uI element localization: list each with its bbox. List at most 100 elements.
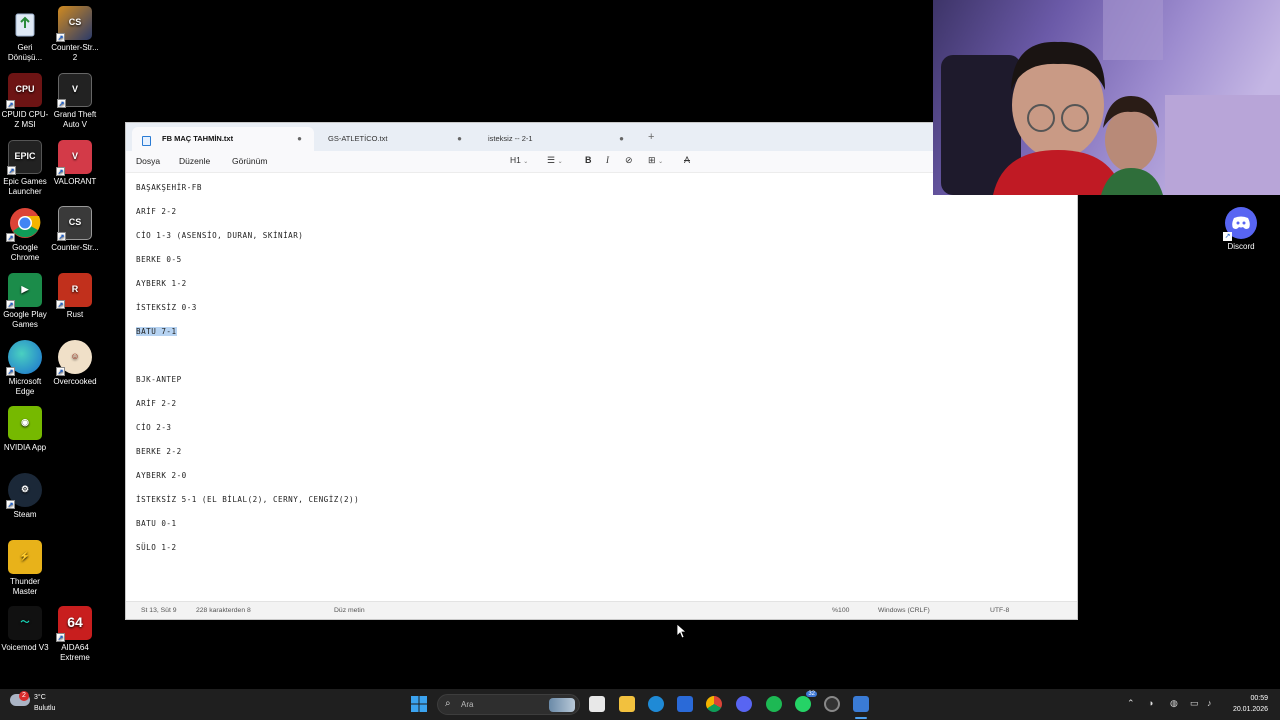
desktop-icon-label: Rust xyxy=(66,310,84,319)
desktop-icon-rust[interactable]: R ↗ Rust xyxy=(50,273,100,320)
desktop-icon-discord[interactable]: ↗ Discord xyxy=(1218,207,1264,251)
line-text: ARİF 2-2 xyxy=(136,207,177,216)
status-line-ending[interactable]: Windows (CRLF) xyxy=(878,607,930,614)
task-view-icon[interactable] xyxy=(589,696,605,712)
line-text: İSTEKSİZ 0-3 xyxy=(136,303,197,312)
obs-icon[interactable] xyxy=(824,696,840,712)
thunder-master-icon: ⚡ xyxy=(8,540,42,574)
active-app-indicator xyxy=(855,717,867,719)
overcooked-icon: ☺ ↗ xyxy=(56,340,92,376)
text-editor[interactable]: BAŞAKŞEHİR-FB ARİF 2-2 CİO 1-3 (ASENSİO, D… xyxy=(126,173,1077,603)
aida64-icon: 64 ↗ xyxy=(56,606,92,642)
search-icon: ⌕ xyxy=(445,698,451,709)
chrome-taskbar-icon[interactable] xyxy=(706,696,722,712)
microphone-icon[interactable]: ◍ xyxy=(1170,698,1178,709)
desktop-icon-recycle-bin[interactable]: Geri Dönüşü... xyxy=(0,6,50,62)
status-bar: St 13, Süt 9 228 karakterden 8 Düz metin… xyxy=(126,601,1077,619)
valorant-icon: V ↗ xyxy=(56,140,92,176)
desktop-icon-edge[interactable]: ↗ Microsoft Edge xyxy=(0,340,50,396)
tab-title: GS-ATLETİCO.txt xyxy=(328,134,388,143)
taskbar-search[interactable]: ⌕ Ara xyxy=(437,694,580,715)
menu-edit[interactable]: Düzenle xyxy=(179,156,210,166)
desktop-icon-csgo[interactable]: CS ↗ Counter-Str... xyxy=(50,206,100,253)
line-text: BAŞAKŞEHİR-FB xyxy=(136,183,202,192)
tab-title: isteksiz -- 2-1 xyxy=(488,134,533,143)
status-zoom[interactable]: %100 xyxy=(832,607,849,614)
menu-file[interactable]: Dosya xyxy=(136,156,160,166)
desktop-icon-label: Google Play Games xyxy=(3,310,47,329)
desktop-icon-label: Discord xyxy=(1227,242,1255,251)
desktop-icon-thunder-master[interactable]: ⚡ Thunder Master xyxy=(0,540,50,596)
unsaved-dot-icon[interactable]: ● xyxy=(297,127,302,151)
clear-formatting-icon[interactable]: A xyxy=(684,155,690,165)
weather-temp: 3°C xyxy=(34,694,46,701)
heading-dropdown[interactable]: H1 ⌄ xyxy=(510,155,528,165)
desktop-icon-overcooked[interactable]: ☺ ↗ Overcooked xyxy=(50,340,100,387)
edge-taskbar-icon[interactable] xyxy=(648,696,664,712)
table-icon: ⊞ xyxy=(648,155,656,165)
discord-taskbar-icon[interactable] xyxy=(736,696,752,712)
network-icon[interactable]: ▭ xyxy=(1190,698,1199,709)
text-line: BAŞAKŞEHİR-FB xyxy=(136,183,202,192)
tab-isteksiz[interactable]: isteksiz -- 2-1 ● xyxy=(476,127,636,151)
tray-overflow-icon[interactable]: ⌃ xyxy=(1127,698,1135,709)
desktop-icon-label: Counter-Str... 2 xyxy=(51,43,99,62)
mouse-cursor-icon xyxy=(677,624,687,639)
menu-view[interactable]: Görünüm xyxy=(232,156,267,166)
bold-button[interactable]: B xyxy=(585,155,592,165)
desktop-icon-gta[interactable]: V ↗ Grand Theft Auto V xyxy=(50,73,100,129)
desktop-icon-chrome[interactable]: ↗ Google Chrome xyxy=(0,206,50,262)
weather-desc: Bulutlu xyxy=(34,705,56,712)
list-dropdown[interactable]: ☰ ⌄ xyxy=(547,155,563,166)
line-text: CİO 2-3 xyxy=(136,423,172,432)
tab-fb-mac-tahmin[interactable]: FB MAÇ TAHMİN.txt ● xyxy=(132,127,314,151)
desktop-icon-nvidia[interactable]: ◉ NVIDIA App xyxy=(0,406,50,453)
start-button[interactable] xyxy=(411,696,427,712)
whatsapp-icon[interactable]: 32 xyxy=(795,691,817,712)
line-text: BATU 0-1 xyxy=(136,519,177,528)
taskbar: 2 3°C Bulutlu ⌕ Ara 32 ⌃ ◑ ◍ ▭ ♪ 00:59 2… xyxy=(0,689,1280,720)
desktop: Geri Dönüşü... CPU ↗ CPUID CPU-Z MSI EPIC… xyxy=(0,0,1280,720)
table-dropdown[interactable]: ⊞ ⌄ xyxy=(648,155,663,166)
file-explorer-icon[interactable] xyxy=(619,696,635,712)
webcam-image xyxy=(933,0,1280,195)
desktop-icon-epic[interactable]: EPIC ↗ Epic Games Launcher xyxy=(0,140,50,196)
recycle-bin-icon xyxy=(8,6,42,40)
desktop-icon-cs2[interactable]: CS ↗ Counter-Str... 2 xyxy=(50,6,100,62)
desktop-icon-voicemod[interactable]: 〜 Voicemod V3 xyxy=(0,606,50,653)
italic-button[interactable]: I xyxy=(606,155,609,165)
clock[interactable]: 00:59 20.01.2026 xyxy=(1222,693,1268,715)
chrome-icon: ↗ xyxy=(6,206,42,242)
desktop-icon-label: AIDA64 Extreme xyxy=(60,643,90,662)
desktop-icon-cpuz[interactable]: CPU ↗ CPUID CPU-Z MSI xyxy=(0,73,50,129)
text-line: CİO 2-3 xyxy=(136,423,172,432)
unsaved-dot-icon[interactable]: ● xyxy=(457,127,462,151)
nvidia-icon: ◉ xyxy=(8,406,42,440)
tray-app-icon[interactable]: ◑ xyxy=(1148,698,1153,708)
ms-store-icon[interactable] xyxy=(677,696,693,712)
list-icon: ☰ xyxy=(547,155,556,165)
tab-gs-atletico[interactable]: GS-ATLETİCO.txt ● xyxy=(316,127,474,151)
volume-icon[interactable]: ♪ xyxy=(1207,698,1212,708)
webcam-overlay xyxy=(933,0,1280,195)
spotify-icon[interactable] xyxy=(766,696,782,712)
status-format[interactable]: Düz metin xyxy=(334,607,365,614)
desktop-icon-label: Geri Dönüşü... xyxy=(7,43,43,62)
desktop-icon-label: Steam xyxy=(13,510,37,519)
line-text: ARİF 2-2 xyxy=(136,399,177,408)
desktop-icon-aida64[interactable]: 64 ↗ AIDA64 Extreme xyxy=(50,606,100,662)
line-text: İSTEKSİZ 5-1 (EL BİLAL(2), CERNY, CENGİZ… xyxy=(136,495,360,504)
desktop-icon-label: Voicemod V3 xyxy=(1,643,49,652)
search-highlight-icon xyxy=(549,698,575,712)
link-icon[interactable]: ⊘ xyxy=(625,155,633,166)
line-text: AYBERK 1-2 xyxy=(136,279,187,288)
desktop-icon-valorant[interactable]: V ↗ VALORANT xyxy=(50,140,100,187)
desktop-icon-steam[interactable]: ⚙ ↗ Steam xyxy=(0,473,50,520)
status-encoding[interactable]: UTF-8 xyxy=(990,607,1009,614)
desktop-icon-google-play-games[interactable]: ▶ ↗ Google Play Games xyxy=(0,273,50,329)
new-tab-plus-icon[interactable]: + xyxy=(648,131,654,143)
weather-widget[interactable]: 2 3°C Bulutlu xyxy=(10,691,56,714)
unsaved-dot-icon[interactable]: ● xyxy=(619,127,624,151)
chevron-down-icon: ⌄ xyxy=(658,159,664,165)
notepad-taskbar-icon[interactable] xyxy=(853,696,869,712)
